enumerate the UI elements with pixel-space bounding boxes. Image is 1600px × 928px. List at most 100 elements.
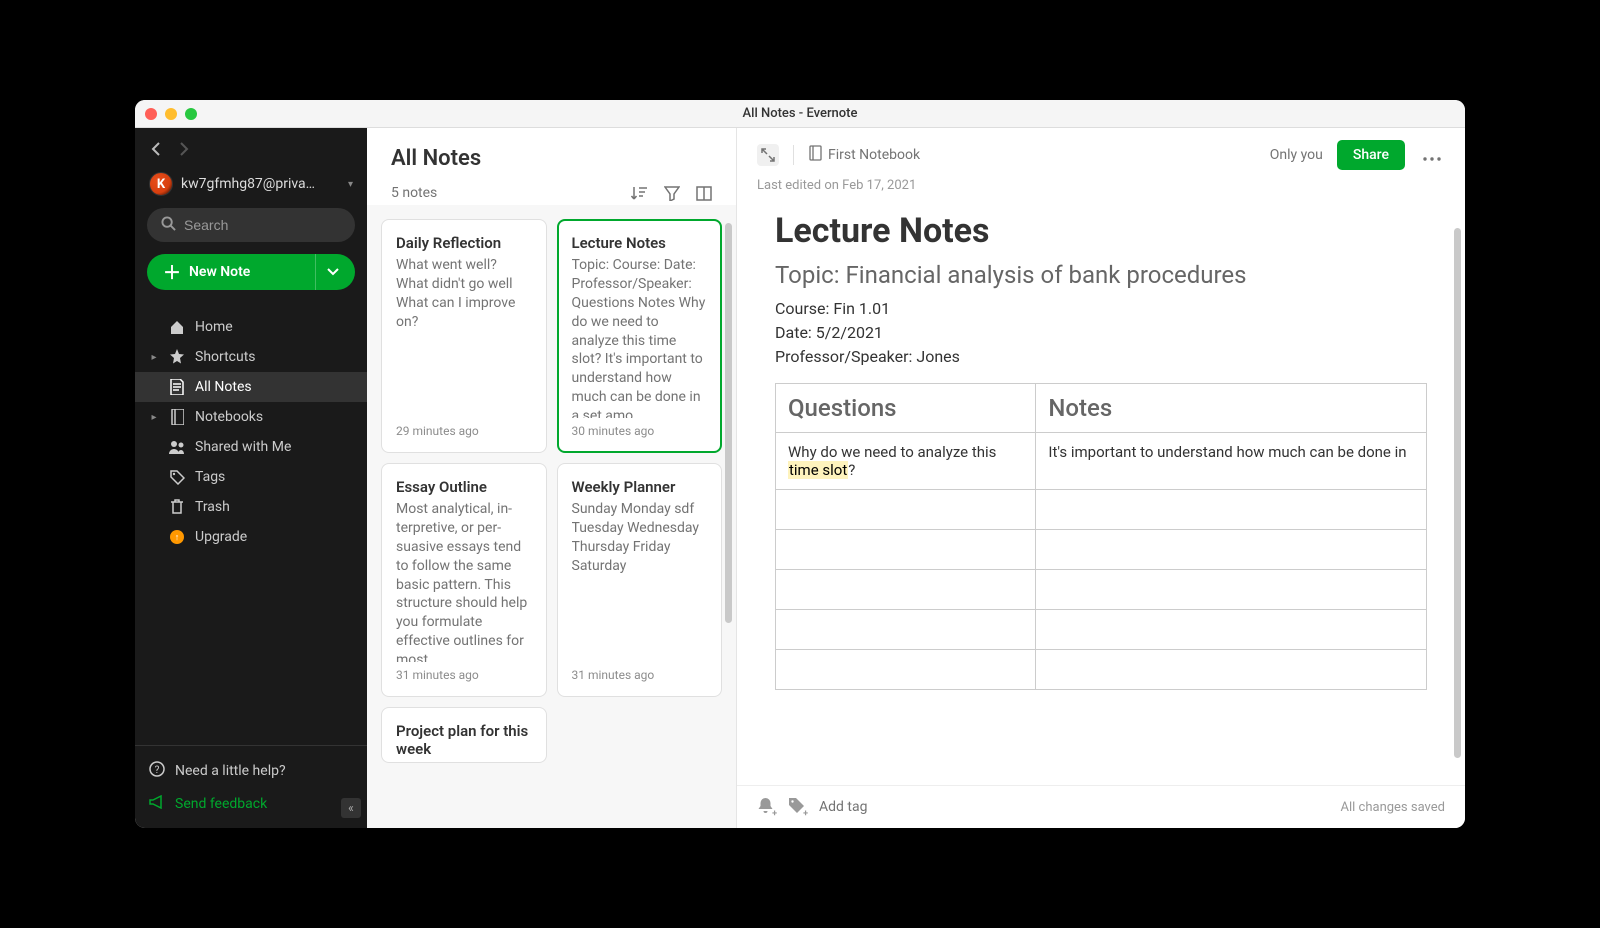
note-card[interactable]: Weekly Planner Sunday Monday sdf Tuesday… (557, 463, 723, 697)
table-cell[interactable] (776, 610, 1036, 650)
table-cell[interactable] (1036, 610, 1427, 650)
table-cell[interactable] (776, 570, 1036, 610)
nav-list: Home ▸ Shortcuts All Notes ▸ Notebooks (135, 312, 367, 745)
sidebar-item-upgrade[interactable]: ↑ Upgrade (135, 522, 367, 552)
table-cell[interactable]: Why do we need to analyze this time slot… (776, 433, 1036, 490)
star-icon (169, 349, 185, 365)
scrollbar[interactable] (725, 223, 732, 623)
note-card-preview: What went well? What didn't go well What… (396, 256, 532, 418)
sidebar-item-label: Notebooks (195, 409, 263, 425)
note-card-preview: Most analytical, in-terpretive, or per-s… (396, 500, 532, 662)
account-menu[interactable]: K kw7gfmhg87@priva… ▾ (147, 168, 355, 208)
disclosure-icon[interactable]: ▸ (149, 352, 159, 363)
collapse-sidebar-button[interactable]: « (341, 798, 361, 818)
note-list-panel: All Notes 5 notes Daily Reflection What … (367, 128, 737, 828)
new-note-dropdown[interactable] (315, 254, 349, 290)
note-card-title: Lecture Notes (572, 234, 708, 252)
sidebar-item-all-notes[interactable]: All Notes (135, 372, 367, 402)
expand-note-button[interactable] (757, 144, 779, 166)
sidebar-item-home[interactable]: Home (135, 312, 367, 342)
notebook-icon (169, 409, 185, 425)
feedback-button[interactable]: Send feedback (135, 788, 367, 820)
note-date[interactable]: Date: 5/2/2021 (775, 321, 1427, 345)
notebook-selector[interactable]: First Notebook (808, 145, 920, 165)
sidebar-item-label: Tags (195, 469, 225, 485)
sidebar-item-shared[interactable]: Shared with Me (135, 432, 367, 462)
editor-panel: First Notebook Only you Share Last edite… (737, 128, 1465, 828)
app-window: All Notes - Evernote K kw7gfmhg87@priva…… (135, 100, 1465, 828)
sidebar-item-tags[interactable]: Tags (135, 462, 367, 492)
nav-forward-button[interactable] (179, 142, 189, 156)
svg-text:?: ? (155, 765, 160, 776)
help-icon: ? (149, 761, 165, 781)
note-card[interactable]: Project plan for this week (381, 707, 547, 763)
note-card[interactable]: Lecture Notes Topic: Course: Date: Profe… (557, 219, 723, 453)
close-window-button[interactable] (145, 108, 157, 120)
reminder-button[interactable]: + (757, 796, 774, 818)
table-header-questions: Questions (776, 384, 1036, 433)
view-toggle-button[interactable] (696, 186, 712, 201)
note-title[interactable]: Lecture Notes (775, 211, 1427, 251)
note-count: 5 notes (391, 185, 437, 201)
shared-icon (169, 440, 185, 454)
sidebar-item-label: Trash (195, 499, 230, 515)
sidebar-item-label: Shared with Me (195, 439, 291, 455)
note-card-preview: Sunday Monday sdf Tuesday Wednesday Thur… (572, 500, 708, 662)
note-card[interactable]: Daily Reflection What went well? What di… (381, 219, 547, 453)
questions-notes-table[interactable]: Questions Notes Why do we need to analyz… (775, 383, 1427, 690)
sidebar-item-label: Shortcuts (195, 349, 256, 365)
megaphone-icon (149, 795, 165, 813)
upgrade-icon: ↑ (169, 530, 185, 544)
share-button[interactable]: Share (1337, 140, 1405, 170)
sidebar-item-trash[interactable]: Trash (135, 492, 367, 522)
note-card-title: Essay Outline (396, 478, 532, 496)
table-cell[interactable] (1036, 570, 1427, 610)
sidebar-item-label: Home (195, 319, 233, 335)
sort-button[interactable] (631, 186, 648, 201)
table-header-notes: Notes (1036, 384, 1427, 433)
note-list-title: All Notes (391, 146, 712, 171)
note-card-time: 30 minutes ago (572, 424, 708, 438)
note-card[interactable]: Essay Outline Most analytical, in-terpre… (381, 463, 547, 697)
titlebar: All Notes - Evernote (135, 100, 1465, 128)
note-card-time: 29 minutes ago (396, 424, 532, 438)
table-cell[interactable]: It's important to understand how much ca… (1036, 433, 1427, 490)
maximize-window-button[interactable] (185, 108, 197, 120)
disclosure-icon[interactable]: ▸ (149, 412, 159, 423)
note-card-title: Weekly Planner (572, 478, 708, 496)
new-note-button[interactable]: ＋ New Note (147, 254, 355, 290)
table-cell[interactable] (1036, 530, 1427, 570)
note-body[interactable]: Lecture Notes Topic: Financial analysis … (737, 193, 1465, 785)
last-edited: Last edited on Feb 17, 2021 (737, 174, 1465, 193)
search-box[interactable] (147, 208, 355, 242)
table-cell[interactable] (776, 490, 1036, 530)
search-input[interactable] (184, 217, 365, 233)
note-card-time: 31 minutes ago (396, 668, 532, 682)
save-status: All changes saved (1341, 800, 1446, 815)
avatar: K (149, 172, 173, 196)
minimize-window-button[interactable] (165, 108, 177, 120)
add-tag-button[interactable]: + (788, 797, 805, 818)
note-topic[interactable]: Topic: Financial analysis of bank proced… (775, 261, 1427, 289)
table-cell[interactable] (776, 650, 1036, 690)
trash-icon (169, 499, 185, 515)
table-cell[interactable] (1036, 650, 1427, 690)
notebook-icon (808, 145, 822, 165)
nav-back-button[interactable] (151, 142, 161, 156)
note-professor[interactable]: Professor/Speaker: Jones (775, 345, 1427, 369)
filter-button[interactable] (664, 186, 680, 201)
help-button[interactable]: ? Need a little help? (135, 754, 367, 788)
add-tag-label[interactable]: Add tag (819, 799, 867, 815)
sidebar-item-notebooks[interactable]: ▸ Notebooks (135, 402, 367, 432)
sidebar-item-shortcuts[interactable]: ▸ Shortcuts (135, 342, 367, 372)
account-email: kw7gfmhg87@priva… (181, 176, 340, 192)
sharing-status[interactable]: Only you (1270, 147, 1323, 163)
window-title: All Notes - Evernote (135, 106, 1465, 121)
table-cell[interactable] (1036, 490, 1427, 530)
sidebar: K kw7gfmhg87@priva… ▾ ＋ New Note (135, 128, 367, 828)
table-cell[interactable] (776, 530, 1036, 570)
note-card-time: 31 minutes ago (572, 668, 708, 682)
home-icon (169, 319, 185, 335)
more-actions-button[interactable] (1419, 146, 1445, 165)
note-course[interactable]: Course: Fin 1.01 (775, 297, 1427, 321)
